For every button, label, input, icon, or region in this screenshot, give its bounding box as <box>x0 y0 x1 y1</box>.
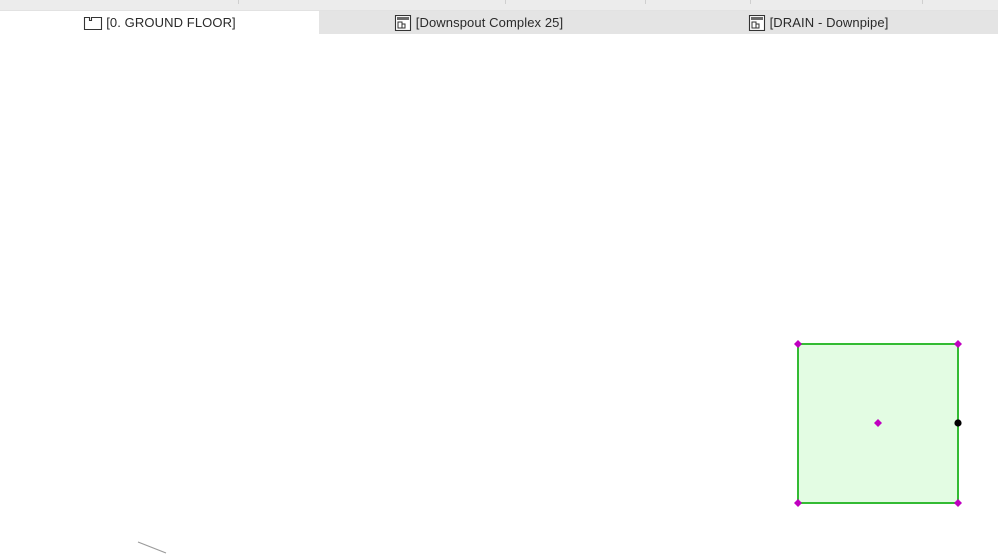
tab-ground-floor[interactable]: [0. GROUND FLOOR] <box>0 11 319 34</box>
tab-label: [Downspout Complex 25] <box>415 15 564 30</box>
toolbar-strip <box>0 0 998 11</box>
detail-view-icon <box>748 14 765 31</box>
toolbar-separator <box>750 0 751 4</box>
drawing-canvas[interactable] <box>0 34 998 554</box>
tab-label: [DRAIN - Downpipe] <box>769 15 889 30</box>
toolbar-separator <box>505 0 506 4</box>
view-tab-bar: [0. GROUND FLOOR] [Downspout Complex 25] <box>0 11 998 34</box>
tab-downspout-complex[interactable]: [Downspout Complex 25] <box>319 11 637 34</box>
tab-label: [0. GROUND FLOOR] <box>106 15 236 30</box>
edge-handle[interactable] <box>954 419 962 427</box>
app-window: [0. GROUND FLOOR] [Downspout Complex 25] <box>0 0 998 554</box>
drawing-line[interactable] <box>137 541 167 554</box>
drawing-svg <box>137 340 962 554</box>
detail-view-icon <box>394 14 411 31</box>
toolbar-separator <box>922 0 923 4</box>
toolbar-separator <box>238 0 239 4</box>
tab-drain-downpipe[interactable]: [DRAIN - Downpipe] <box>637 11 998 34</box>
toolbar-separator <box>645 0 646 4</box>
floor-plan-icon <box>84 16 103 30</box>
